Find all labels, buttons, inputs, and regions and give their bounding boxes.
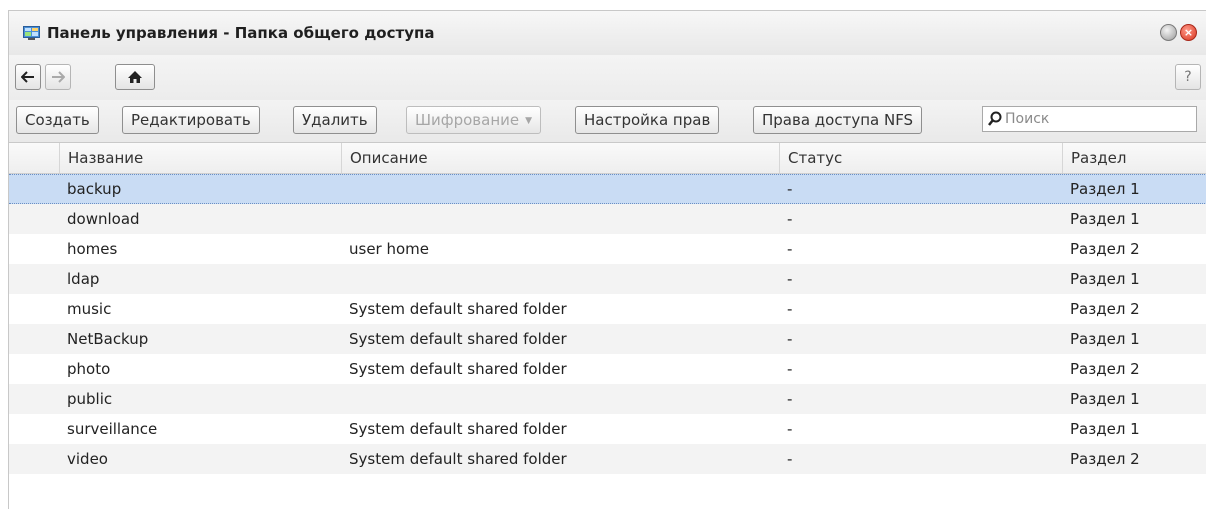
cell-description (341, 384, 779, 414)
cell-partition: Раздел 2 (1070, 360, 1140, 378)
search-box[interactable] (982, 106, 1197, 132)
cell-status: - (787, 330, 793, 348)
cell-name: NetBackup (67, 330, 149, 348)
close-icon[interactable]: × (1180, 24, 1197, 41)
cell-partition: Раздел 1 (1070, 420, 1140, 438)
cell-name: ldap (67, 270, 100, 288)
permissions-button[interactable]: Настройка прав (575, 106, 720, 134)
cell-partition: Раздел 1 (1070, 210, 1140, 228)
table-row[interactable]: ldap - Раздел 1 (9, 264, 1206, 294)
arrow-left-icon (21, 71, 34, 83)
cell-partition: Раздел 1 (1070, 390, 1140, 408)
cell-status: - (787, 180, 793, 198)
cell-partition: Раздел 2 (1070, 300, 1140, 318)
cell-description: System default shared folder (349, 330, 567, 348)
cell-status: - (787, 270, 793, 288)
cell-description: System default shared folder (349, 450, 567, 468)
cell-description: System default shared folder (349, 420, 567, 438)
cell-partition: Раздел 1 (1070, 270, 1140, 288)
control-panel-icon (23, 26, 40, 40)
table-row[interactable]: music System default shared folder - Раздел… (9, 294, 1206, 324)
column-header-status[interactable]: Статус (779, 143, 1062, 173)
cell-name: public (67, 390, 113, 408)
shared-folders-table: Название Описание Статус Раздел backup - Р… (9, 143, 1206, 509)
table-row[interactable]: download - Раздел 1 (9, 204, 1206, 234)
table-body: backup - Раздел 1 download - Раздел 1 homes use… (9, 174, 1206, 474)
search-icon (988, 111, 1002, 126)
window-title: Панель управления - Папка общего доступа (47, 24, 435, 42)
nfs-permissions-button[interactable]: Права доступа NFS (753, 106, 923, 134)
control-panel-window: Панель управления - Папка общего доступа… (8, 10, 1206, 509)
cell-description (341, 204, 779, 234)
encryption-label: Шифрование (415, 111, 520, 129)
table-row[interactable]: surveillance System default shared folder… (9, 414, 1206, 444)
arrow-right-icon (52, 71, 65, 83)
cell-partition: Раздел 1 (1070, 180, 1140, 198)
cell-status: - (787, 300, 793, 318)
chevron-down-icon: ▼ (525, 116, 533, 126)
forward-button[interactable] (45, 64, 71, 90)
cell-name: download (67, 210, 140, 228)
delete-button[interactable]: Удалить (293, 106, 377, 134)
encryption-dropdown[interactable]: Шифрование ▼ (406, 106, 542, 134)
cell-name: backup (67, 180, 122, 198)
cell-description: System default shared folder (349, 300, 567, 318)
help-button[interactable]: ? (1175, 64, 1201, 90)
search-input[interactable] (1005, 107, 1190, 131)
cell-description: System default shared folder (349, 360, 567, 378)
cell-description (341, 175, 779, 205)
edit-button[interactable]: Редактировать (122, 106, 260, 134)
cell-name: homes (67, 240, 118, 258)
column-header-name[interactable]: Название (59, 143, 341, 173)
toolbar: Создать Редактировать Удалить Шифрование… (9, 100, 1206, 143)
table-header: Название Описание Статус Раздел (9, 143, 1206, 174)
table-row[interactable]: public - Раздел 1 (9, 384, 1206, 414)
cell-name: video (67, 450, 108, 468)
cell-partition: Раздел 2 (1070, 240, 1140, 258)
back-button[interactable] (15, 64, 41, 90)
home-icon (128, 71, 142, 83)
table-row[interactable]: backup - Раздел 1 (9, 174, 1206, 204)
table-row[interactable]: homes user home - Раздел 2 (9, 234, 1206, 264)
cell-status: - (787, 360, 793, 378)
cell-status: - (787, 390, 793, 408)
cell-status: - (787, 420, 793, 438)
cell-status: - (787, 450, 793, 468)
cell-status: - (787, 210, 793, 228)
column-header-partition[interactable]: Раздел (1062, 143, 1206, 173)
cell-status: - (787, 240, 793, 258)
cell-partition: Раздел 2 (1070, 450, 1140, 468)
cell-name: music (67, 300, 112, 318)
cell-partition: Раздел 1 (1070, 330, 1140, 348)
create-button[interactable]: Создать (16, 106, 99, 134)
minimize-icon[interactable] (1160, 24, 1177, 41)
table-row[interactable]: NetBackup System default shared folder - Ра… (9, 324, 1206, 354)
home-button[interactable] (115, 64, 155, 90)
navigation-bar: ? (9, 55, 1206, 100)
table-row[interactable]: video System default shared folder - Раздел… (9, 444, 1206, 474)
table-row[interactable]: photo System default shared folder - Раздел… (9, 354, 1206, 384)
cell-description (341, 264, 779, 294)
column-header-description[interactable]: Описание (341, 143, 779, 173)
title-bar[interactable]: Панель управления - Папка общего доступа… (9, 11, 1206, 55)
cell-description: user home (349, 240, 430, 258)
cell-name: photo (67, 360, 111, 378)
cell-name: surveillance (67, 420, 158, 438)
